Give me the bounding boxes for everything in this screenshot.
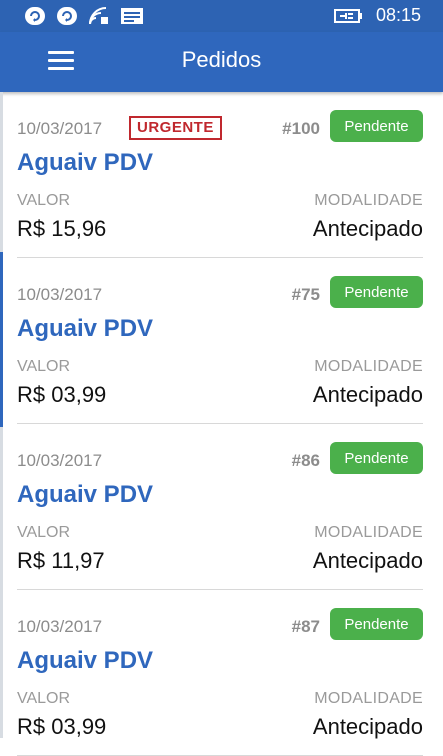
order-value: R$ 15,96 — [17, 216, 107, 241]
clock: 08:15 — [375, 5, 421, 25]
order-list: 10/03/2017 URGENTE #100 Pendente Aguaiv … — [0, 92, 443, 756]
modality-label: MODALIDADE — [314, 192, 423, 209]
status-badge[interactable]: Pendente — [330, 276, 423, 308]
sync-alt-icon — [57, 7, 77, 25]
modality-label: MODALIDADE — [314, 690, 423, 707]
order-number: #86 — [291, 451, 320, 470]
client-name: Aguaiv PDV — [17, 149, 154, 176]
order-date: 10/03/2017 — [17, 285, 103, 304]
order-value: R$ 11,97 — [17, 548, 105, 573]
value-label: VALOR — [17, 358, 71, 375]
client-name: Aguaiv PDV — [17, 647, 154, 674]
wifi-icon — [89, 7, 108, 25]
value-label: VALOR — [17, 690, 71, 707]
status-badge[interactable]: Pendente — [330, 110, 423, 142]
message-icon — [121, 8, 143, 24]
status-icons — [24, 6, 144, 26]
order-modality: Antecipado — [312, 548, 423, 573]
order-value: R$ 03,99 — [17, 714, 107, 739]
value-label: VALOR — [17, 524, 71, 541]
status-badge[interactable]: Pendente — [330, 608, 423, 640]
status-bar: 08:15 — [0, 0, 443, 32]
order-modality: Antecipado — [312, 714, 423, 739]
order-date: 10/03/2017 — [17, 119, 103, 138]
page-title: Pedidos — [181, 47, 262, 72]
urgent-badge: URGENTE — [129, 116, 222, 140]
order-modality: Antecipado — [312, 382, 423, 407]
modality-label: MODALIDADE — [314, 524, 423, 541]
order-date: 10/03/2017 — [17, 451, 103, 470]
order-date: 10/03/2017 — [17, 617, 103, 636]
client-name: Aguaiv PDV — [17, 481, 154, 508]
sync-icon — [25, 7, 45, 25]
order-card[interactable]: 10/03/2017 URGENTE #100 Pendente Aguaiv … — [17, 92, 423, 258]
modality-label: MODALIDADE — [314, 358, 423, 375]
battery-charging-icon — [333, 8, 362, 23]
client-name: Aguaiv PDV — [17, 315, 154, 342]
app-bar: Pedidos — [0, 32, 443, 92]
status-badge[interactable]: Pendente — [330, 442, 423, 474]
order-card[interactable]: 10/03/2017 #86 Pendente Aguaiv PDV VALOR… — [17, 424, 423, 590]
order-number: #100 — [282, 119, 320, 138]
order-number: #87 — [291, 617, 320, 636]
order-number: #75 — [291, 285, 320, 304]
value-label: VALOR — [17, 192, 71, 209]
order-card[interactable]: 10/03/2017 #87 Pendente Aguaiv PDV VALOR… — [17, 590, 423, 756]
order-value: R$ 03,99 — [17, 382, 107, 407]
order-card[interactable]: 10/03/2017 #75 Pendente Aguaiv PDV VALOR… — [17, 258, 423, 424]
order-modality: Antecipado — [312, 216, 423, 241]
